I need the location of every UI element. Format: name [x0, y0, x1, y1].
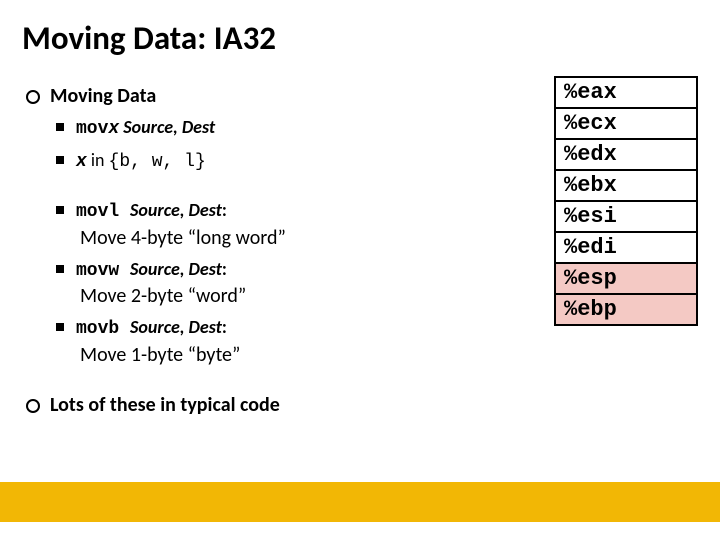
register-table: %eax %ecx %edx %ebx %esi %edi %esp %ebp: [554, 76, 698, 326]
movw-desc: Move 2-byte “word”: [22, 284, 524, 308]
reg-row-edi: %edi: [556, 231, 696, 262]
slide-content: Moving Data movx Source, Dest x in {b, w…: [22, 76, 698, 417]
movb-args: Source, Dest: [130, 316, 222, 338]
slide: Moving Data: IA32 Moving Data movx Sourc…: [0, 0, 720, 540]
spacer: [22, 173, 524, 191]
left-column: Moving Data movx Source, Dest x in {b, w…: [22, 76, 524, 417]
movw-args: Source, Dest: [130, 258, 222, 280]
reg-row-ebx: %ebx: [556, 169, 696, 200]
bullet-x-in-set: x in {b, w, l}: [22, 149, 524, 174]
footer-bar: [0, 482, 720, 522]
movl-colon: :: [222, 199, 227, 221]
bullet-movw: movw Source, Dest:: [22, 258, 524, 283]
movx-x: x: [108, 119, 119, 139]
bullet-movx: movx Source, Dest: [22, 116, 524, 141]
movb-colon: :: [222, 316, 227, 338]
movl-desc: Move 4-byte “long word”: [22, 226, 524, 250]
movw-mono: movw: [76, 261, 130, 281]
right-column: %eax %ecx %edx %ebx %esi %edi %esp %ebp: [524, 76, 698, 417]
bullet-movl: movl Source, Dest:: [22, 199, 524, 224]
movl-args: Source, Dest: [130, 199, 222, 221]
movb-mono: movb: [76, 319, 130, 339]
mono-text: mov: [76, 119, 108, 139]
x-var: x: [76, 152, 87, 172]
movb-desc: Move 1-byte “byte”: [22, 343, 524, 367]
bullet-lots-of-these: Lots of these in typical code: [22, 393, 524, 417]
reg-row-esi: %esi: [556, 200, 696, 231]
reg-row-esp: %esp: [556, 262, 696, 293]
movx-args: Source, Dest: [119, 116, 215, 138]
reg-row-ecx: %ecx: [556, 107, 696, 138]
reg-row-eax: %eax: [556, 78, 696, 107]
slide-title: Moving Data: IA32: [22, 18, 698, 58]
reg-row-edx: %edx: [556, 138, 696, 169]
reg-row-ebp: %ebp: [556, 293, 696, 324]
set-text: {b, w, l}: [109, 152, 206, 172]
movw-colon: :: [222, 258, 227, 280]
in-text: in: [87, 149, 109, 171]
bullet-movb: movb Source, Dest:: [22, 316, 524, 341]
movl-mono: movl: [76, 202, 130, 222]
bullet-moving-data: Moving Data: [22, 84, 524, 108]
